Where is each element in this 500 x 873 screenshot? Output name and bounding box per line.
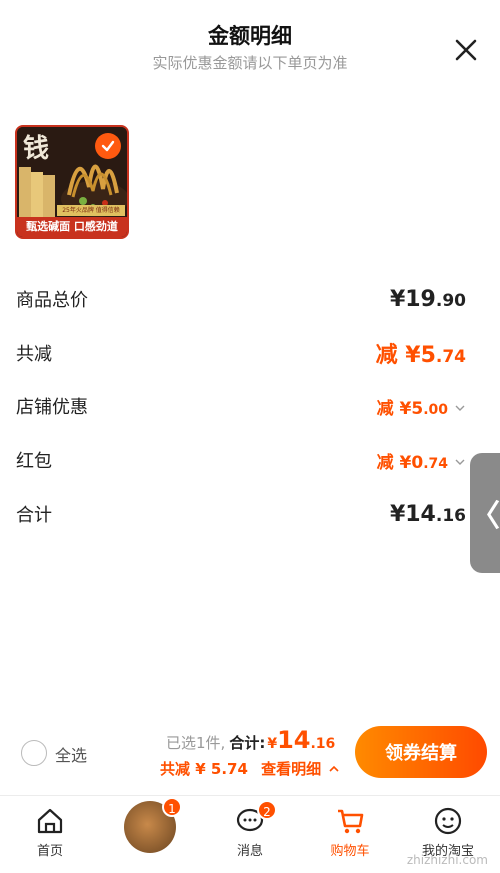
profile-icon — [434, 807, 462, 835]
product-thumbnail[interactable]: 钱 25年火品牌 值得信赖 甄选碱面 口感劲道 — [15, 125, 129, 239]
product-tag: 25年火品牌 值得信赖 — [57, 205, 125, 216]
amount-detail-sheet: 金额明细 实际优惠金额请以下单页为准 钱 25年火品牌 值得信赖 甄选碱面 口感… — [0, 0, 500, 795]
side-drawer-handle[interactable]: 〈 — [470, 453, 500, 573]
home-icon — [37, 808, 63, 834]
sheet-title: 金额明细 — [208, 24, 292, 48]
row-label: 店铺优惠 — [16, 397, 88, 418]
discount-summary[interactable]: 共减 ¥ 5.74 查看明细 — [160, 758, 340, 779]
row-label: 红包 — [16, 451, 52, 472]
selection-summary: 已选1件, 合计: ¥14.16 — [166, 726, 335, 754]
cart-icon — [338, 809, 364, 834]
select-all-label[interactable]: 全选 — [55, 742, 87, 766]
chevron-up-icon — [329, 765, 339, 772]
row-value: ¥19.90 — [389, 286, 466, 312]
chevron-down-icon[interactable] — [454, 402, 466, 414]
tab-label: 消息 — [236, 844, 263, 859]
close-icon — [455, 39, 477, 61]
message-badge: 2 — [257, 800, 277, 820]
row-value: 减 ¥0.74 — [377, 448, 466, 473]
row-label: 共减 — [16, 344, 52, 365]
discount-text: 共减 ¥ 5.74 — [160, 760, 248, 778]
tab-cart[interactable]: 购物车 — [305, 796, 395, 873]
total-amount: ¥14.16 — [267, 726, 336, 754]
row-total-discount: 共减 减 ¥5.74 — [16, 336, 466, 370]
chevron-down-icon[interactable] — [454, 456, 466, 468]
row-red-packet[interactable]: 红包 减 ¥0.74 — [16, 443, 466, 477]
row-grand-total: 合计 ¥14.16 — [16, 497, 466, 531]
close-button[interactable] — [452, 36, 480, 64]
message-icon: 2 — [235, 800, 277, 836]
row-value: ¥14.16 — [389, 501, 466, 527]
row-shop-discount[interactable]: 店铺优惠 减 ¥5.00 — [16, 389, 466, 423]
product-banner: 甄选碱面 口感劲道 — [17, 217, 127, 237]
checkmark-icon[interactable] — [95, 133, 121, 159]
row-subtotal: 商品总价 ¥19.90 — [16, 282, 466, 316]
select-all-radio[interactable] — [21, 740, 47, 766]
row-label: 商品总价 — [16, 290, 88, 311]
view-detail-link[interactable]: 查看明细 — [261, 760, 321, 778]
sheet-subtitle: 实际优惠金额请以下单页为准 — [152, 54, 348, 72]
row-value: 减 ¥5.00 — [377, 394, 466, 419]
tab-label: 购物车 — [330, 844, 370, 859]
total-label: 合计: — [229, 734, 266, 752]
avatar-badge: 1 — [162, 797, 182, 817]
avatar[interactable]: 1 — [124, 797, 182, 853]
row-label: 合计 — [16, 505, 52, 526]
chevron-left-icon: 〈 — [470, 499, 500, 534]
watermark: zhizhizhi.com — [406, 853, 488, 867]
tab-label: 首页 — [36, 844, 63, 859]
tab-home[interactable]: 首页 — [5, 796, 95, 873]
tab-messages[interactable]: 2 消息 — [205, 796, 295, 873]
row-value: 减 ¥5.74 — [375, 343, 466, 368]
selected-count: 已选1件, — [166, 734, 226, 752]
checkout-button[interactable]: 领券结算 — [355, 726, 487, 778]
svg-text:钱: 钱 — [23, 134, 49, 164]
